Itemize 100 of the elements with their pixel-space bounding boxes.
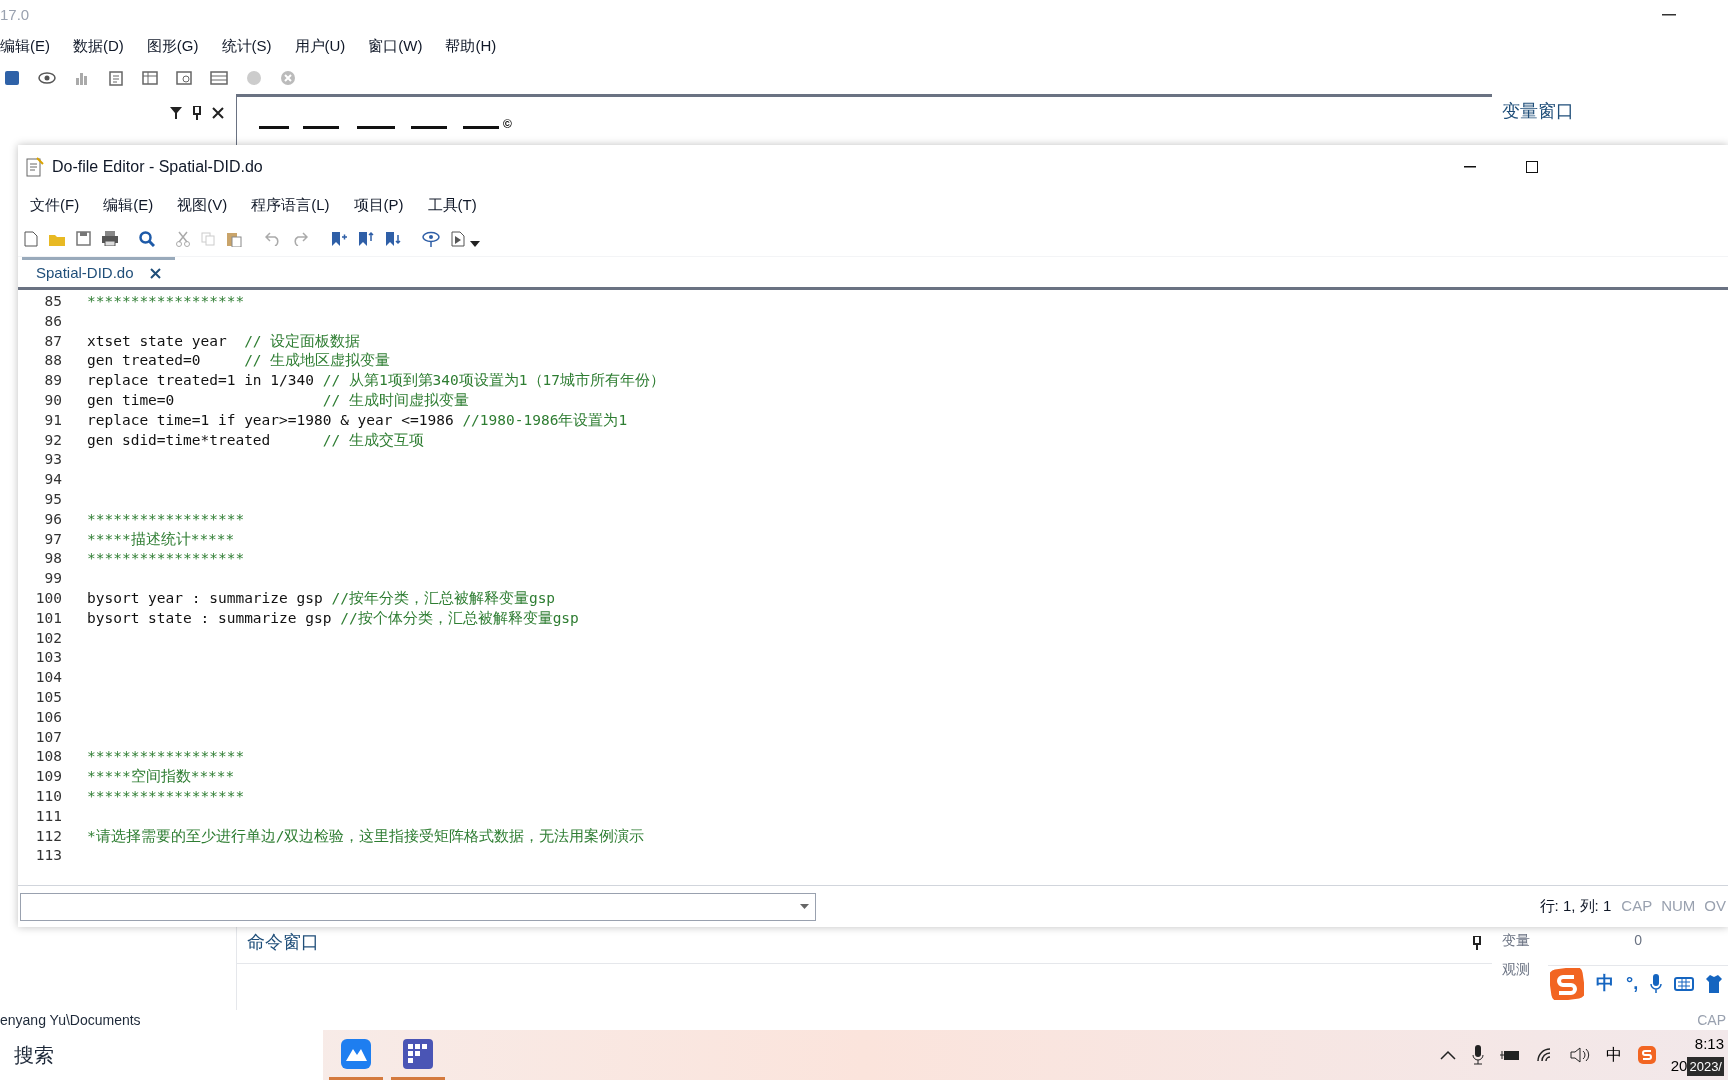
code-comment: // 生成交互项: [322, 431, 424, 448]
code-comment: ******************: [87, 510, 245, 527]
line-number: 89: [43, 371, 62, 391]
line-number: 86: [43, 311, 62, 331]
line-number: 106: [34, 707, 62, 727]
bookmark-up-icon[interactable]: [358, 230, 374, 247]
menu-item[interactable]: 图形(G): [146, 34, 199, 58]
line-number: 98: [43, 549, 62, 569]
dropdown-icon: [800, 904, 809, 909]
close-icon[interactable]: [149, 268, 161, 279]
line-number: 90: [43, 391, 62, 410]
bookmark-down-icon[interactable]: [385, 230, 401, 247]
pin-icon[interactable]: [1472, 935, 1482, 950]
line-number: 100: [34, 588, 62, 608]
microphone-icon[interactable]: [1472, 1045, 1484, 1065]
menu-item[interactable]: 统计(S): [221, 34, 272, 58]
code-text: gen treated=0: [87, 352, 202, 369]
code-text: bysort year : summarize gsp: [87, 589, 324, 606]
line-number: 93: [43, 450, 62, 470]
menu-item[interactable]: 文件(F): [30, 193, 80, 217]
dropdown-icon[interactable]: [470, 240, 480, 247]
run-icon[interactable]: [451, 230, 465, 247]
line-number: 109: [34, 767, 62, 787]
menu-item[interactable]: 帮助(H): [445, 34, 497, 58]
filter-icon[interactable]: [170, 107, 182, 119]
line-number: 97: [43, 529, 62, 549]
line-number: 112: [34, 826, 62, 846]
app-icon: [341, 1038, 371, 1069]
chevron-up-icon[interactable]: [1440, 1050, 1456, 1060]
menu-item[interactable]: 程序语言(L): [251, 193, 330, 217]
pane-title: 变量窗口: [1502, 100, 1575, 123]
grid-icon[interactable]: [210, 70, 228, 86]
line-number: 94: [43, 470, 62, 490]
search-field[interactable]: 搜索: [0, 1030, 323, 1080]
line-number: 104: [34, 668, 62, 688]
line-number: 87: [43, 331, 62, 351]
property-label: 变量: [1502, 931, 1530, 950]
menu-item[interactable]: 窗口(W): [368, 34, 423, 58]
property-value: 0: [1634, 931, 1642, 950]
ime-indicator[interactable]: 中: [1606, 1043, 1622, 1067]
table-search-icon[interactable]: [176, 70, 192, 86]
line-number: 85: [43, 292, 62, 311]
clock-time[interactable]: 8:13: [1694, 1032, 1724, 1055]
minimize-icon[interactable]: [1662, 14, 1676, 16]
menu-item[interactable]: 用户(U): [294, 34, 346, 58]
line-number: 96: [43, 509, 62, 529]
date-tooltip: 2023/: [1687, 1056, 1724, 1076]
command-combo-box[interactable]: [20, 892, 816, 921]
menu-item[interactable]: 项目(P): [353, 193, 404, 217]
table-icon[interactable]: [142, 70, 158, 86]
save-icon[interactable]: [76, 231, 91, 246]
menu-item[interactable]: 工具(T): [427, 193, 477, 217]
maximize-icon[interactable]: [1526, 161, 1538, 173]
menu-item[interactable]: 编辑(E): [0, 34, 50, 58]
eye-icon[interactable]: [38, 71, 56, 85]
speaker-icon[interactable]: [1570, 1047, 1590, 1063]
battery-icon[interactable]: [1500, 1048, 1520, 1062]
menu-item[interactable]: 数据(D): [73, 34, 124, 58]
code-text: gen sdid=time*treated: [87, 431, 272, 448]
minimize-icon[interactable]: [1464, 166, 1476, 168]
pin-icon[interactable]: [192, 106, 202, 120]
code-comment: ******************: [87, 550, 245, 567]
line-number: 110: [34, 786, 62, 806]
line-number: 101: [34, 608, 62, 628]
bookmark-add-icon[interactable]: [331, 230, 347, 247]
code-text: replace treated=1 in 1/340: [87, 372, 315, 389]
code-text: xtset state year: [87, 332, 228, 349]
new-file-icon[interactable]: [24, 230, 38, 247]
code-comment: ******************: [87, 748, 245, 765]
code-text: bysort state : summarize gsp: [87, 609, 333, 626]
microphone-icon[interactable]: [1650, 973, 1663, 994]
punctuation-button[interactable]: °,: [1626, 970, 1639, 997]
clock-date[interactable]: 20: [1670, 1055, 1688, 1078]
code-comment: *****空间指数*****: [87, 768, 235, 785]
paste-icon[interactable]: [226, 230, 242, 247]
line-number: 105: [34, 687, 62, 707]
ime-logo-icon[interactable]: [1638, 1046, 1656, 1064]
menu-item[interactable]: 编辑(E): [103, 193, 154, 217]
code-comment: ******************: [87, 787, 245, 804]
menu-item[interactable]: 视图(V): [177, 193, 228, 217]
code-comment: //1980-1986年设置为1: [462, 411, 628, 428]
line-number: 92: [43, 430, 62, 450]
ime-logo-icon[interactable]: [1550, 967, 1584, 1000]
shirt-icon[interactable]: [1706, 974, 1723, 993]
status-indicator: NUM: [1661, 896, 1696, 917]
keyboard-icon[interactable]: [1674, 976, 1695, 991]
editor-icon[interactable]: [108, 70, 124, 86]
search-icon[interactable]: [139, 230, 155, 247]
code-comment: *****描述统计*****: [87, 530, 235, 547]
line-number: 108: [34, 747, 62, 767]
line-number: 103: [34, 648, 62, 668]
status-indicator: CAP: [1621, 896, 1653, 917]
line-number: 95: [43, 489, 62, 509]
line-number: 99: [43, 569, 62, 589]
print-icon[interactable]: [102, 231, 118, 246]
status-path: enyang Yu\Documents: [0, 1010, 141, 1030]
ime-mode-button[interactable]: 中: [1596, 970, 1614, 997]
copyright-mark: ©: [503, 116, 512, 133]
close-icon[interactable]: [212, 107, 224, 119]
eye-icon[interactable]: [422, 230, 440, 247]
